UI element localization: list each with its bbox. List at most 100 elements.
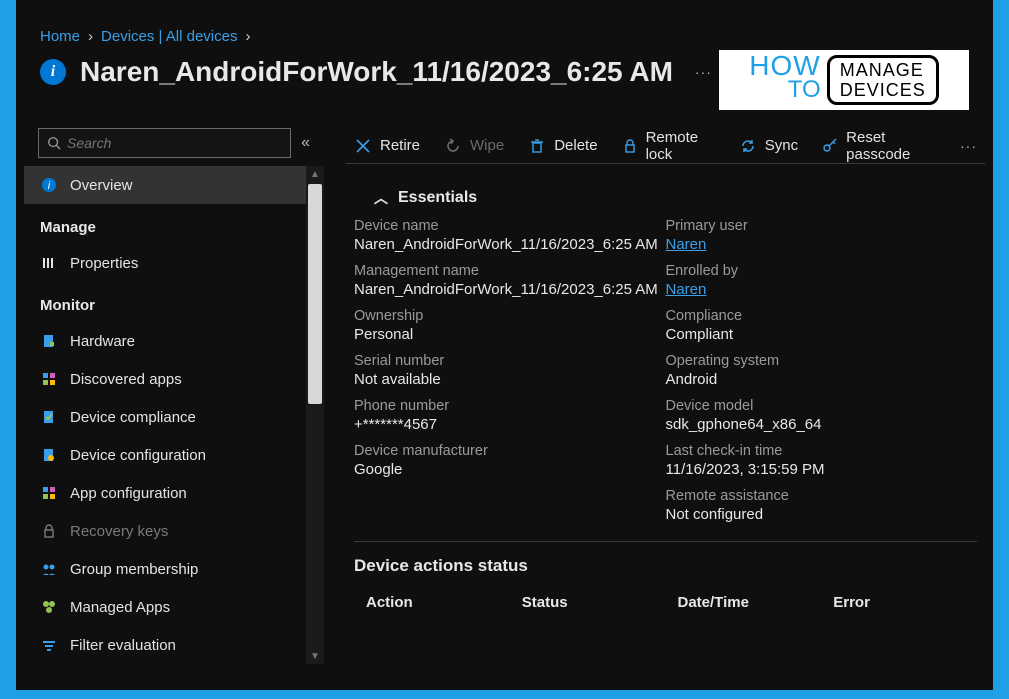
actions-table-header: Action Status Date/Time Error (354, 588, 977, 617)
chevron-up-icon: ︿ (374, 188, 388, 208)
property-device-manufacturer: Device manufacturer Google (354, 443, 666, 478)
x-icon (354, 137, 372, 155)
sidebar-item-label: Group membership (70, 561, 198, 578)
breadcrumb-home[interactable]: Home (40, 28, 80, 45)
search-input[interactable] (67, 135, 282, 151)
property-operating-system: Operating system Android (666, 353, 978, 388)
sidebar-item-group-membership[interactable]: Group membership (24, 550, 306, 588)
property-value: Android (666, 371, 978, 388)
sidebar-scrollbar[interactable]: ▲ ▼ (306, 166, 324, 664)
property-label: Operating system (666, 353, 978, 369)
property-serial-number: Serial number Not available (354, 353, 666, 388)
title-more[interactable]: ··· (695, 64, 712, 80)
property-device-model: Device modelsdk_gphone64_x86_64 (666, 398, 978, 433)
sidebar-item-properties[interactable]: Properties (24, 244, 306, 282)
action-toolbar: Retire Wipe Delete Remote lock Sync Rese… (346, 128, 985, 164)
reset-passcode-button[interactable]: Reset passcode (822, 129, 936, 163)
sidebar-item-label: Device compliance (70, 409, 196, 426)
wipe-button: Wipe (444, 137, 504, 155)
sidebar-item-label: App configuration (70, 485, 187, 502)
property-link[interactable]: Naren (666, 281, 707, 298)
delete-button[interactable]: Delete (528, 137, 597, 155)
property-management-name: Management nameNaren_AndroidForWork_11/1… (354, 263, 666, 298)
property-value: 11/16/2023, 3:15:59 PM (666, 461, 978, 478)
retire-button[interactable]: Retire (354, 137, 420, 155)
sync-icon (739, 137, 757, 155)
property-value: Not available (354, 371, 666, 388)
essentials-toggle[interactable]: ︿ Essentials (374, 188, 977, 208)
logo-box: MANAGE DEVICES (827, 55, 939, 105)
sidebar-item-device-compliance[interactable]: Device compliance (24, 398, 306, 436)
property-value: +*******4567 (354, 416, 666, 433)
col-datetime: Date/Time (666, 588, 822, 617)
chevron-right-icon: › (245, 28, 250, 45)
undo-icon (444, 137, 462, 155)
property-enrolled-by: Enrolled byNaren (666, 263, 978, 298)
col-action: Action (354, 588, 510, 617)
property-label: Last check-in time (666, 443, 978, 459)
property-value: Not configured (666, 506, 978, 523)
sidebar-item-label: Hardware (70, 333, 135, 350)
property-value: Google (354, 461, 666, 478)
property-last-check-in-time: Last check-in time 11/16/2023, 3:15:59 PM (666, 443, 978, 478)
sidebar-item-device-configuration[interactable]: Device configuration (24, 436, 306, 474)
page-title: Naren_AndroidForWork_11/16/2023_6:25 AM (80, 56, 673, 88)
sidebar-item-discovered-apps[interactable]: Discovered apps (24, 360, 306, 398)
property-label: Device manufacturer (354, 443, 666, 459)
sidebar-item-hardware[interactable]: Hardware (24, 322, 306, 360)
property-value: Naren (666, 281, 978, 298)
trash-icon (528, 137, 546, 155)
property-link[interactable]: Naren (666, 236, 707, 253)
property-value: Naren_AndroidForWork_11/16/2023_6:25 AM (354, 281, 666, 298)
managed-apps-icon (40, 598, 58, 616)
hardware-icon (40, 332, 58, 350)
overview-icon: i (40, 176, 58, 194)
sidebar-item-label: Managed Apps (70, 599, 170, 616)
discovered-apps-icon (40, 370, 58, 388)
sidebar-section: Monitor (24, 288, 306, 322)
property-label: Ownership (354, 308, 666, 324)
sidebar: « iOverviewManagePropertiesMonitorHardwa… (24, 128, 324, 673)
sidebar-item-label: Overview (70, 177, 133, 194)
property-primary-user: Primary user Naren (666, 218, 978, 253)
sidebar-item-label: Properties (70, 255, 138, 272)
page-header: i Naren_AndroidForWork_11/16/2023_6:25 A… (40, 56, 712, 88)
property-value: Personal (354, 326, 666, 343)
scroll-down-icon[interactable]: ▼ (306, 648, 324, 664)
collapse-sidebar-button[interactable]: « (301, 134, 310, 152)
sidebar-item-app-configuration[interactable]: App configuration (24, 474, 306, 512)
sidebar-item-label: Filter evaluation (70, 637, 176, 654)
sidebar-item-label: Recovery keys (70, 523, 168, 540)
scroll-up-icon[interactable]: ▲ (306, 166, 324, 182)
logo-text-to: TO (788, 78, 821, 102)
sidebar-item-managed-apps[interactable]: Managed Apps (24, 588, 306, 626)
info-icon: i (40, 59, 66, 85)
property-label: Serial number (354, 353, 666, 369)
scroll-thumb[interactable] (308, 184, 322, 404)
property-label: Device name (354, 218, 666, 234)
properties-icon (40, 254, 58, 272)
sidebar-item-filter-evaluation[interactable]: Filter evaluation (24, 626, 306, 664)
logo-text-how: HOW (749, 54, 820, 78)
recovery-keys-icon (40, 522, 58, 540)
group-membership-icon (40, 560, 58, 578)
sidebar-item-overview[interactable]: i Overview (24, 166, 306, 204)
app-configuration-icon (40, 484, 58, 502)
sidebar-item-recovery-keys: Recovery keys (24, 512, 306, 550)
search-icon (47, 136, 61, 150)
property-ownership: Ownership Personal (354, 308, 666, 343)
remote-lock-button[interactable]: Remote lock (622, 129, 715, 163)
property-device-name: Device nameNaren_AndroidForWork_11/16/20… (354, 218, 666, 253)
breadcrumb-devices[interactable]: Devices | All devices (101, 28, 237, 45)
property-phone-number: Phone number+*******4567 (354, 398, 666, 433)
essentials-grid: Device name Naren_AndroidForWork_11/16/20… (354, 218, 977, 533)
property-label: Primary user (666, 218, 978, 234)
property-label: Device model (666, 398, 978, 414)
sync-button[interactable]: Sync (739, 137, 798, 155)
property-value: Compliant (666, 326, 978, 343)
toolbar-more[interactable]: ··· (960, 138, 977, 154)
sidebar-search[interactable] (38, 128, 291, 158)
property-remote-assistance: Remote assistanceNot configured (666, 488, 978, 523)
sidebar-item-label: Device configuration (70, 447, 206, 464)
key-icon (822, 137, 838, 155)
